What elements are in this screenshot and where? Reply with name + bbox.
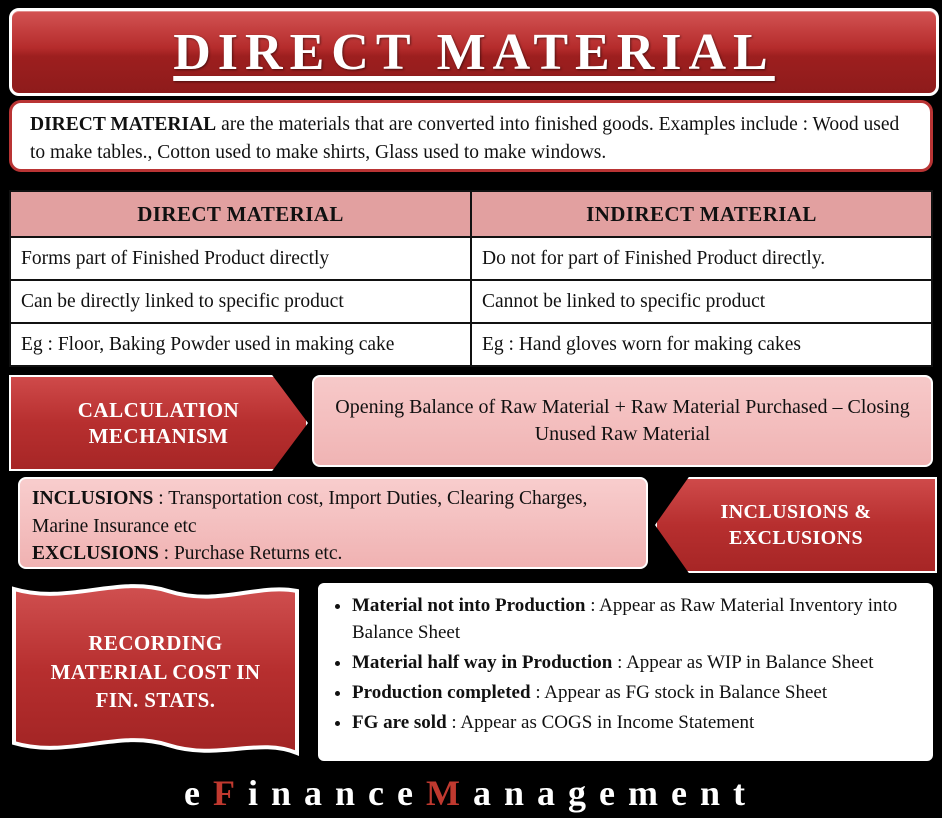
inclusions-exclusions-label-text: INCLUSIONS & EXCLUSIONS [720, 501, 872, 549]
cell-indirect-2: Cannot be linked to specific product [470, 279, 933, 324]
recording-banner: RECORDING MATERIAL COST IN FIN. STATS. [8, 583, 303, 761]
brand-letter: F [212, 773, 248, 813]
recording-banner-text: RECORDING MATERIAL COST IN FIN. STATS. [50, 631, 261, 713]
list-item: FG are sold : Appear as COGS in Income S… [352, 710, 921, 737]
list-item: Material half way in Production : Appear… [352, 650, 921, 677]
inclusions-exclusions-label: INCLUSIONS & EXCLUSIONS [655, 477, 937, 573]
list-item-lead: Material half way in Production [352, 651, 613, 673]
brand-letter: a [537, 773, 569, 813]
exclusions-line: EXCLUSIONS : Purchase Returns etc. [32, 540, 634, 568]
list-item-text: : Appear as FG stock in Balance Sheet [530, 681, 828, 703]
brand-letter: e [599, 773, 628, 813]
inclusions-line: INCLUSIONS : Transportation cost, Import… [32, 485, 634, 540]
list-item-lead: Material not into Production [352, 595, 586, 616]
brand-letter: e [183, 773, 213, 813]
recording-list: Material not into Production : Appear as… [326, 593, 921, 737]
brand-letter: a [304, 773, 335, 813]
infographic-page: DIRECT MATERIAL DIRECT MATERIAL are the … [0, 0, 942, 818]
exclusions-text: : Purchase Returns etc. [158, 543, 343, 565]
brand-letter: c [368, 773, 398, 813]
inclusions-lead: INCLUSIONS [32, 488, 154, 509]
list-item-lead: FG are sold [352, 711, 447, 733]
brand-letter: e [397, 773, 426, 813]
table-row: Can be directly linked to specific produ… [9, 279, 933, 324]
cell-indirect-1: Do not for part of Finished Product dire… [470, 236, 933, 281]
column-header-direct: DIRECT MATERIAL [9, 190, 472, 238]
cell-direct-1: Forms part of Finished Product directly [9, 236, 472, 281]
brand-footer: eFinanceManagement [0, 768, 942, 818]
cell-indirect-3: Eg : Hand gloves worn for making cakes [470, 322, 933, 367]
comparison-table: DIRECT MATERIAL INDIRECT MATERIAL Forms … [9, 190, 933, 367]
page-title-text: DIRECT MATERIAL [173, 23, 775, 81]
recording-details-box: Material not into Production : Appear as… [318, 583, 933, 761]
table-header-row: DIRECT MATERIAL INDIRECT MATERIAL [9, 190, 933, 238]
calculation-formula-text: Opening Balance of Raw Material + Raw Ma… [335, 396, 910, 445]
calculation-mechanism-label: CALCULATION MECHANISM [9, 375, 308, 471]
brand-letter: n [699, 773, 734, 813]
exclusions-lead: EXCLUSIONS [32, 543, 159, 565]
cell-direct-3: Eg : Floor, Baking Powder used in making… [9, 322, 472, 367]
definition-box: DIRECT MATERIAL are the materials that a… [9, 100, 933, 172]
table-row: Forms part of Finished Product directly … [9, 236, 933, 281]
brand-letter: a [472, 773, 504, 813]
list-item-lead: Production completed [352, 681, 531, 703]
calculation-mechanism-text: CALCULATION MECHANISM [77, 397, 240, 448]
list-item-text: : Appear as WIP in Balance Sheet [612, 651, 874, 673]
brand-letter: M [426, 773, 473, 813]
column-header-indirect: INDIRECT MATERIAL [470, 190, 933, 238]
brand-letter: n [503, 773, 538, 813]
brand-letter: n [270, 773, 304, 813]
brand-letter: e [671, 773, 700, 813]
cell-direct-2: Can be directly linked to specific produ… [9, 279, 472, 324]
definition-lead: DIRECT MATERIAL [30, 114, 217, 135]
list-item: Production completed : Appear as FG stoc… [352, 680, 921, 707]
brand-letter: m [628, 773, 671, 813]
brand-letter: n [335, 773, 369, 813]
table-row: Eg : Floor, Baking Powder used in making… [9, 322, 933, 367]
list-item: Material not into Production : Appear as… [352, 593, 921, 647]
calculation-formula-box: Opening Balance of Raw Material + Raw Ma… [312, 375, 933, 467]
brand-letter: i [247, 773, 271, 813]
page-title: DIRECT MATERIAL [9, 8, 939, 96]
recording-banner-label: RECORDING MATERIAL COST IN FIN. STATS. [8, 583, 303, 761]
list-item-text: : Appear as COGS in Income Statement [446, 711, 755, 733]
inclusions-exclusions-box: INCLUSIONS : Transportation cost, Import… [18, 477, 648, 569]
brand-letter: t [733, 773, 759, 813]
brand-letter: g [568, 773, 600, 813]
